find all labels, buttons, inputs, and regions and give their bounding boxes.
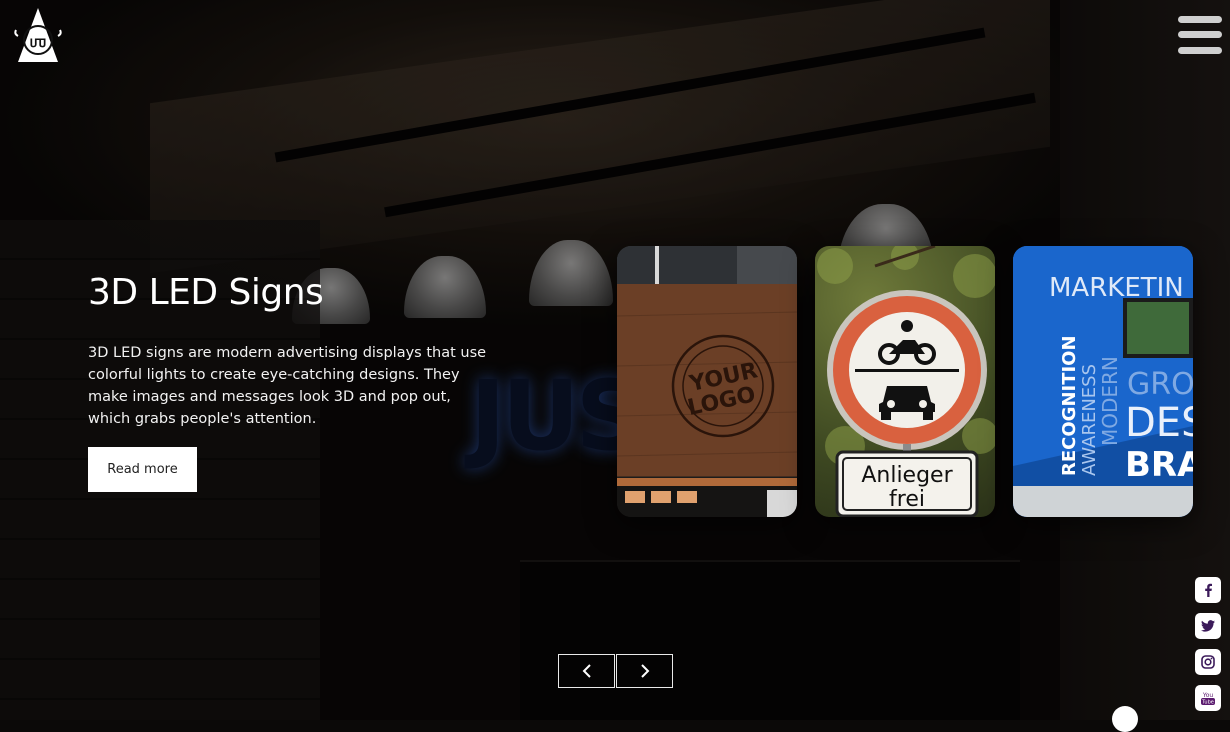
wall-word-des: DES xyxy=(1125,400,1193,446)
card-logo-sign[interactable]: YOUR LOGO xyxy=(617,246,797,517)
card-wall-graphics[interactable]: MARKETIN RECOGNITION AWARENESS MODERN GR… xyxy=(1013,246,1193,517)
menu-bar xyxy=(1178,47,1222,54)
card-road-sign[interactable]: Anlieger frei xyxy=(815,246,995,517)
wall-word-bra: BRA xyxy=(1125,445,1193,485)
youtube-icon[interactable]: You Tube xyxy=(1195,685,1221,711)
wall-word-recognition: RECOGNITION xyxy=(1059,335,1080,476)
menu-bar xyxy=(1178,31,1222,38)
scroll-indicator-dot[interactable] xyxy=(1112,706,1138,732)
chevron-right-icon[interactable] xyxy=(616,654,673,688)
hamburger-menu-icon[interactable] xyxy=(1178,16,1222,54)
svg-text:Tube: Tube xyxy=(1201,700,1214,706)
facebook-icon[interactable] xyxy=(1195,577,1221,603)
chevron-left-icon[interactable] xyxy=(558,654,615,688)
temple-logo-icon[interactable]: ஶ xyxy=(14,6,62,64)
twitter-icon[interactable] xyxy=(1195,613,1221,639)
hero-description: 3D LED signs are modern advertising disp… xyxy=(88,345,487,427)
wall-word-awareness: AWARENESS xyxy=(1079,364,1100,476)
road-sign-text-2: frei xyxy=(889,487,925,512)
menu-bar xyxy=(1178,16,1222,23)
carousel-controls xyxy=(558,654,674,688)
svg-text:ஶ: ஶ xyxy=(29,32,46,52)
svg-text:You: You xyxy=(1202,692,1214,699)
road-sign-text-1: Anlieger xyxy=(861,463,953,488)
wall-word-modern: MODERN xyxy=(1098,356,1122,446)
read-more-button[interactable]: Read more xyxy=(88,447,197,492)
hero-title: 3D LED Signs xyxy=(88,272,324,313)
wall-word-gro: GRO xyxy=(1127,367,1193,402)
instagram-icon[interactable] xyxy=(1195,649,1221,675)
